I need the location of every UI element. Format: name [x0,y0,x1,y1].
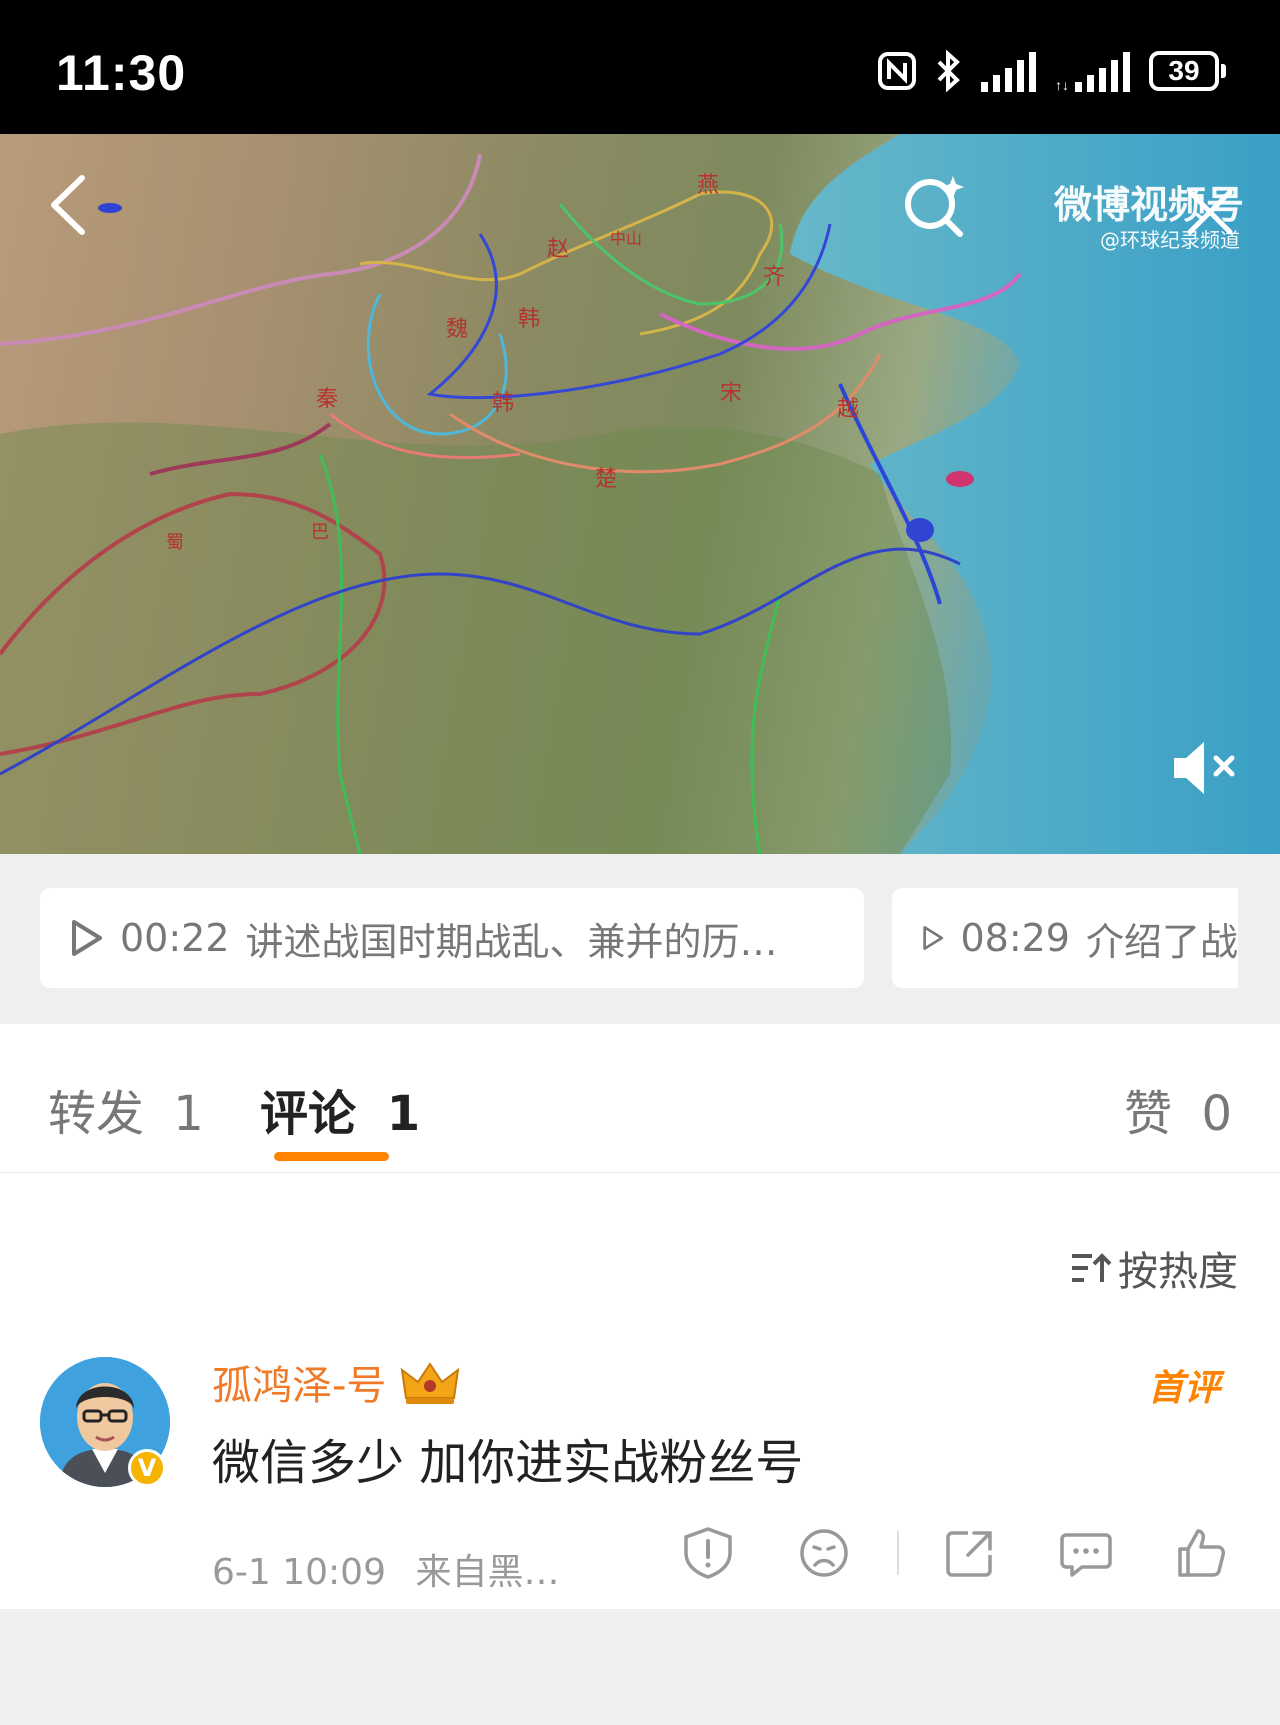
chapter-text: 介绍了战 [1085,919,1238,964]
svg-text:中山: 中山 [610,229,642,248]
chapter-time: 00:22 [120,916,230,960]
action-divider [897,1531,899,1575]
search-icon[interactable] [898,170,970,242]
svg-text:韩: 韩 [518,307,540,332]
svg-text:宋: 宋 [720,381,742,406]
video-player[interactable]: 燕 赵 中山 齐 魏 韩 秦 韩 宋 越 楚 蜀 巴 微博视频号 @环球纪录频道 [0,134,1280,854]
svg-text:齐: 齐 [763,265,785,290]
status-icons: ↑↓ 39 [877,50,1226,92]
signal-icon [981,52,1036,92]
tab-count: 1 [173,1086,204,1142]
comment-section: 按热度 V 孤鸿泽-号 首评 微信多少 加你进实战粉丝号 6-1 10:09 来… [0,1173,1280,1609]
status-time: 11:30 [56,45,187,101]
chapter-item[interactable]: 08:29 介绍了战 [892,888,1238,988]
tab-comments[interactable]: 评论 1 [260,1074,420,1144]
status-bar: 11:30 ↑↓ 39 [0,0,1280,134]
close-icon[interactable] [1182,184,1238,240]
svg-text:楚: 楚 [595,467,617,492]
map-illustration: 燕 赵 中山 齐 魏 韩 秦 韩 宋 越 楚 蜀 巴 [0,134,1280,854]
svg-text:↑↓: ↑↓ [1055,77,1069,92]
chapter-list: 00:22 讲述战国时期战乱、兼并的历… 08:29 介绍了战 [0,854,1280,1024]
chapter-time: 08:29 [960,916,1070,960]
bluetooth-icon [937,50,960,92]
volume-muted-icon[interactable] [1170,738,1242,798]
svg-text:赵: 赵 [547,237,569,262]
nfc-icon [878,52,916,90]
reply-icon[interactable] [1058,1525,1114,1581]
svg-text:燕: 燕 [697,173,719,198]
svg-text:蜀: 蜀 [166,532,184,553]
comment-username[interactable]: 孤鸿泽-号 [212,1353,386,1411]
like-icon[interactable] [1174,1525,1230,1581]
play-icon [72,920,102,956]
signal-2-icon: ↑↓ [1055,52,1130,92]
tab-label: 转发 [48,1086,145,1142]
sort-label: 按热度 [1118,1249,1238,1295]
tab-bar: 转发 1 评论 1 赞 0 [0,1024,1280,1173]
svg-text:韩: 韩 [492,391,514,416]
svg-text:越: 越 [837,397,859,422]
report-icon[interactable] [680,1525,736,1581]
svg-text:秦: 秦 [316,387,338,412]
share-icon[interactable] [942,1525,998,1581]
back-icon[interactable] [44,170,94,240]
tab-active-indicator [274,1152,389,1161]
tab-likes[interactable]: 赞 0 [1124,1074,1232,1144]
sort-button[interactable]: 按热度 [1068,1239,1238,1297]
page-background [0,1609,1280,1725]
tab-count: 1 [386,1086,421,1142]
first-comment-badge: 首评 [1147,1368,1220,1409]
battery-level: 39 [1168,55,1200,86]
play-icon [923,926,944,950]
tab-count: 0 [1201,1086,1232,1142]
comment-username-row: 孤鸿泽-号 [212,1353,462,1411]
battery-icon: 39 [1149,51,1226,91]
comment-actions [0,1525,1280,1595]
svg-text:巴: 巴 [311,522,329,543]
comment-text: 微信多少 加你进实战粉丝号 [212,1435,804,1491]
dislike-face-icon[interactable] [796,1525,852,1581]
verified-badge-icon: V [128,1449,166,1487]
sort-icon [1072,1253,1112,1282]
tab-label: 赞 [1124,1086,1173,1142]
svg-text:魏: 魏 [446,317,468,342]
tab-label: 评论 [260,1086,357,1142]
crown-icon [401,1362,460,1404]
chapter-item[interactable]: 00:22 讲述战国时期战乱、兼并的历… [40,888,864,988]
tab-reposts[interactable]: 转发 1 [48,1074,204,1144]
chapter-text: 讲述战国时期战乱、兼并的历… [245,919,778,964]
